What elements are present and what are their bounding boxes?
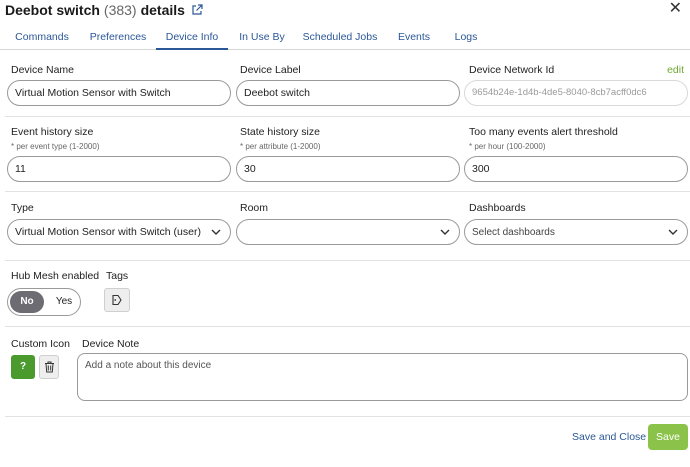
delete-icon-button[interactable] [39,355,59,379]
type-value: Virtual Motion Sensor with Switch (user) [15,226,201,238]
chevron-down-icon [668,229,678,235]
tag-add-icon [112,294,122,306]
type-select[interactable]: Virtual Motion Sensor with Switch (user) [7,219,231,245]
custom-icon-button[interactable]: ? [11,355,35,379]
title-suffix: details [140,2,185,18]
tab-scheduled-jobs[interactable]: Scheduled Jobs [300,26,380,50]
trash-icon [44,361,54,373]
state-history-label: State history size [240,126,320,138]
tags-label: Tags [106,270,129,282]
state-history-input[interactable]: 30 [236,156,460,182]
event-history-input[interactable]: 11 [7,156,231,182]
device-network-id-label: Device Network Id [469,64,555,76]
device-label-label: Device Label [240,64,301,76]
hub-mesh-no-option[interactable]: No [10,291,44,313]
device-title: Deebot switch [5,2,100,18]
dialog-header: Deebot switch (383) details [5,0,203,20]
close-icon[interactable]: ✕ [669,0,682,18]
tab-in-use-by[interactable]: In Use By [234,26,290,50]
save-button[interactable]: Save [648,424,688,450]
tab-events[interactable]: Events [392,26,436,50]
divider [5,116,690,117]
device-note-label: Device Note [82,338,140,350]
dashboards-placeholder: Select dashboards [472,227,555,238]
divider [5,326,690,327]
tab-preferences[interactable]: Preferences [82,26,154,50]
edit-network-id-link[interactable]: edit [667,64,684,76]
tab-logs[interactable]: Logs [448,26,484,50]
device-name-input[interactable]: Virtual Motion Sensor with Switch [7,80,231,106]
device-id-count: (383) [103,2,137,18]
dashboards-select[interactable]: Select dashboards [464,219,688,245]
room-label: Room [240,202,269,214]
device-note-textarea[interactable]: Add a note about this device [77,353,688,401]
divider [5,416,690,417]
add-tag-button[interactable] [104,288,130,312]
type-label: Type [11,202,34,214]
chevron-down-icon [211,229,221,235]
dashboards-label: Dashboards [469,202,526,214]
state-history-hint: * per attribute (1-2000) [240,142,321,151]
too-many-events-input[interactable]: 300 [464,156,688,182]
hub-mesh-yes-option[interactable]: Yes [52,291,76,313]
event-history-hint: * per event type (1-2000) [11,142,100,151]
device-label-input[interactable]: Deebot switch [236,80,460,106]
save-and-close-button[interactable]: Save and Close [572,431,646,443]
hub-mesh-toggle[interactable]: No Yes [7,288,81,316]
divider [5,260,690,261]
event-history-label: Event history size [11,126,94,138]
external-link-icon[interactable] [191,4,203,16]
tab-device-info[interactable]: Device Info [156,26,228,50]
device-network-id-input: 9654b24e-1d4b-4de5-8040-8cb7acff0dc6 [464,80,688,106]
room-select[interactable] [236,219,460,245]
chevron-down-icon [440,229,450,235]
hub-mesh-label: Hub Mesh enabled [11,270,100,282]
too-many-events-hint: * per hour (100-2000) [469,142,546,151]
device-name-label: Device Name [11,64,75,76]
too-many-events-label: Too many events alert threshold [469,126,618,138]
divider [5,191,690,192]
custom-icon-label: Custom Icon [11,338,70,350]
tab-bar: Commands Preferences Device Info In Use … [0,26,690,50]
tab-commands[interactable]: Commands [8,26,76,50]
